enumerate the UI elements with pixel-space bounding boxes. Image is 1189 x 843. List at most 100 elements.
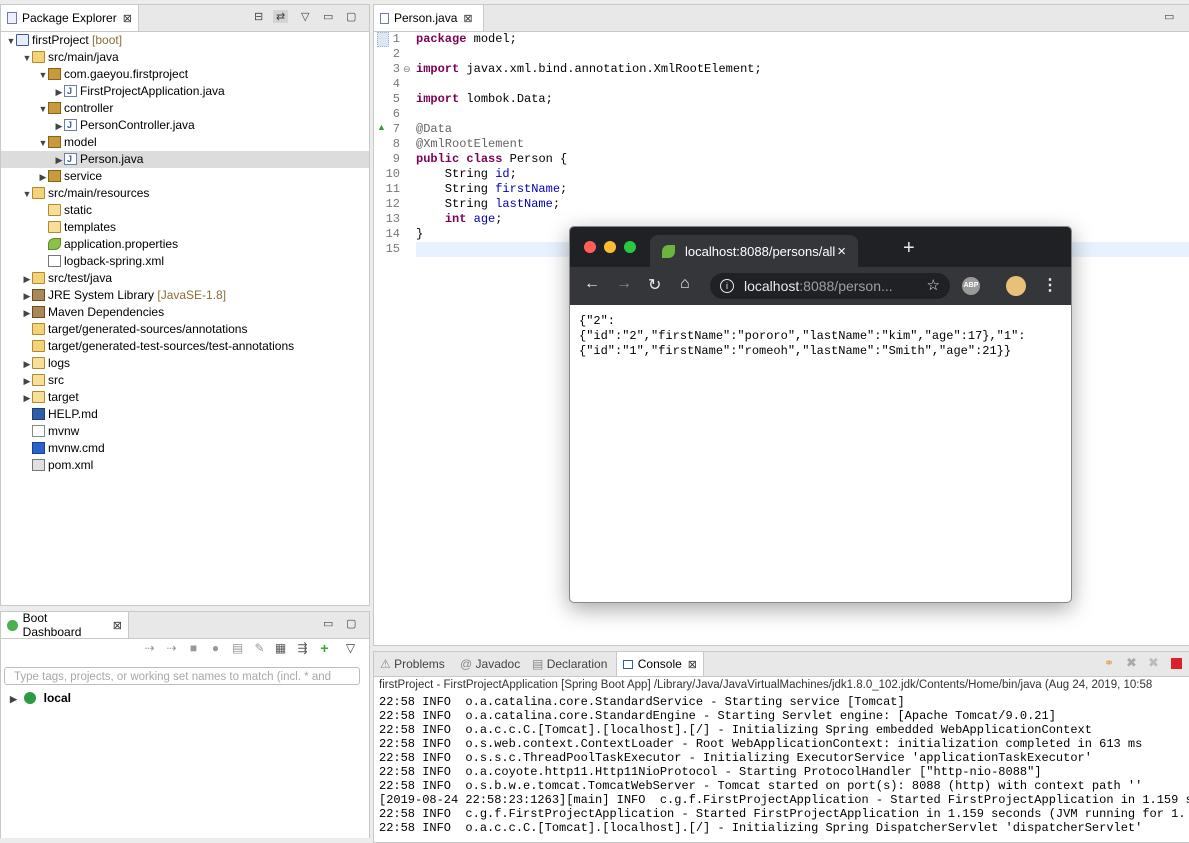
tab-package-explorer[interactable]: Package Explorer ⊠	[1, 5, 139, 31]
minimize-icon[interactable]: ▭	[323, 617, 333, 630]
open-browser-icon[interactable]: ●	[209, 642, 222, 655]
new-tab-icon[interactable]: +	[903, 237, 915, 260]
tree-item[interactable]: ▼ controller	[1, 100, 114, 118]
tree-item[interactable]: ▶ service	[1, 168, 102, 185]
tree-item[interactable]: ▶ JRE System Library [JavaSE-1.8]	[1, 287, 227, 305]
tab-boot-dashboard[interactable]: Boot Dashboard ⊠	[1, 612, 129, 639]
tab-problems[interactable]: ⚠ Problems	[380, 657, 445, 671]
tree-item[interactable]: application.properties	[1, 236, 178, 253]
close-window-button[interactable]	[584, 241, 596, 253]
tree-item[interactable]: target/generated-sources/annotations	[1, 321, 247, 338]
local-target-row[interactable]: ▶ local	[10, 690, 71, 707]
zoom-window-button[interactable]	[624, 241, 636, 253]
fold-icon[interactable]: ⊖	[403, 62, 411, 77]
close-icon[interactable]: ⊠	[463, 12, 472, 25]
tree-item[interactable]: ▼ src/main/java	[1, 49, 119, 66]
tree-item[interactable]: ▶ target	[1, 389, 79, 406]
minimize-icon[interactable]: ▭	[323, 10, 333, 23]
expanded-arrow-icon[interactable]: ▼	[22, 50, 32, 67]
tab-javadoc[interactable]: @ Javadoc	[460, 657, 520, 671]
collapsed-arrow-icon[interactable]: ▶	[22, 288, 32, 305]
forward-icon[interactable]: →	[616, 275, 632, 293]
expanded-arrow-icon[interactable]: ▼	[22, 186, 32, 203]
stop-icon[interactable]: ■	[187, 642, 200, 655]
debug-icon[interactable]: ⇢	[165, 642, 178, 655]
tree-item[interactable]: ▶ FirstProjectApplication.java	[1, 83, 225, 100]
tree-item[interactable]: ▼ com.gaeyou.firstproject	[1, 66, 189, 84]
tree-item[interactable]: mvnw.cmd	[1, 440, 105, 457]
tab-console[interactable]: Console ⊠	[616, 652, 704, 676]
expand-arrow-icon[interactable]: ▶	[10, 694, 17, 704]
view-menu-icon[interactable]: ▽	[344, 642, 357, 655]
add-icon[interactable]: +	[318, 641, 331, 655]
tab-person-java[interactable]: Person.java ⊠	[374, 5, 484, 31]
view-menu-icon[interactable]: ▽	[301, 10, 309, 23]
bookmark-star-icon[interactable]: ☆	[927, 276, 940, 294]
console-output[interactable]: 22:58 INFO o.a.catalina.core.StandardSer…	[374, 695, 1189, 842]
maximize-icon[interactable]: ▢	[346, 10, 356, 23]
properties-icon[interactable]: ▦	[274, 642, 287, 655]
collapsed-arrow-icon[interactable]: ▶	[22, 356, 32, 373]
adblock-icon[interactable]: ABP	[962, 277, 980, 295]
collapsed-arrow-icon[interactable]: ▶	[54, 84, 64, 101]
minimize-icon[interactable]: ▭	[1164, 10, 1174, 23]
expanded-arrow-icon[interactable]: ▼	[38, 101, 48, 118]
collapsed-arrow-icon[interactable]: ▶	[54, 118, 64, 135]
disconnect-icon[interactable]: ⚭	[1104, 656, 1114, 670]
close-icon[interactable]: ⊠	[123, 12, 132, 25]
tree-item[interactable]: static	[1, 202, 92, 219]
expanded-arrow-icon[interactable]: ▼	[38, 67, 48, 84]
close-tab-icon[interactable]: ×	[837, 243, 846, 260]
tree-item[interactable]: ▼ firstProject [boot]	[1, 32, 123, 50]
tree-item[interactable]: ▶ Person.java	[1, 151, 369, 168]
tab-declaration[interactable]: ▤ Declaration	[532, 657, 607, 671]
tree-item[interactable]: ▶ src	[1, 372, 64, 389]
terminate-icon[interactable]: ✖	[1126, 655, 1137, 671]
collapsed-arrow-icon[interactable]: ▶	[22, 305, 32, 322]
tree-item[interactable]: HELP.md	[1, 406, 98, 423]
tree-item[interactable]: logback-spring.xml	[1, 253, 164, 270]
tree-item[interactable]: ▶ src/test/java	[1, 270, 113, 288]
tree-item-label: templates	[64, 220, 117, 234]
avatar[interactable]	[1006, 276, 1026, 296]
collapsed-arrow-icon[interactable]: ▶	[38, 169, 48, 186]
home-icon[interactable]: ⌂	[680, 275, 690, 293]
tree-item-label: Maven Dependencies	[48, 305, 165, 319]
menu-icon[interactable]: ⋮	[1042, 275, 1058, 295]
tree-item[interactable]: ▶ PersonController.java	[1, 117, 195, 134]
tree-item[interactable]: ▼ src/main/resources	[1, 185, 150, 203]
tree-item[interactable]: mvnw	[1, 423, 79, 440]
minimize-window-button[interactable]	[604, 241, 616, 253]
console-icon[interactable]: ▤	[231, 642, 244, 655]
collapsed-arrow-icon[interactable]: ▶	[22, 390, 32, 407]
edit-icon[interactable]: ✎	[253, 642, 266, 655]
collapse-all-icon[interactable]: ⊟	[254, 10, 263, 23]
tree-item-label: static	[64, 203, 93, 217]
link-with-editor-icon[interactable]: ⇄	[273, 10, 289, 23]
tree-item-label: target/generated-test-sources/test-annot…	[48, 339, 295, 353]
tree-item[interactable]: ▶ logs	[1, 355, 70, 372]
deploy-icon[interactable]: ⇶	[296, 642, 309, 655]
tree-item[interactable]: pom.xml	[1, 457, 93, 474]
address-bar[interactable]: i localhost:8088/person... ☆	[710, 273, 950, 299]
browser-tab[interactable]: localhost:8088/persons/all ×	[650, 235, 858, 267]
expanded-arrow-icon[interactable]: ▼	[38, 135, 48, 152]
tree-item[interactable]: templates	[1, 219, 116, 236]
collapsed-arrow-icon[interactable]: ▶	[22, 373, 32, 390]
close-icon[interactable]: ⊠	[688, 658, 697, 671]
stop-icon[interactable]	[1171, 658, 1182, 669]
remove-all-terminated-icon[interactable]: ✖	[1148, 655, 1159, 671]
tree-item[interactable]: target/generated-test-sources/test-annot…	[1, 338, 294, 355]
reload-icon[interactable]: ↻	[648, 275, 661, 295]
expanded-arrow-icon[interactable]: ▼	[6, 33, 16, 50]
start-icon[interactable]: ⇢	[143, 642, 156, 655]
tree-item[interactable]: ▶ Maven Dependencies	[1, 304, 165, 322]
close-icon[interactable]: ⊠	[113, 619, 122, 632]
collapsed-arrow-icon[interactable]: ▶	[54, 152, 64, 169]
collapsed-arrow-icon[interactable]: ▶	[22, 271, 32, 288]
tab-declaration-label: Declaration	[546, 657, 608, 671]
tree-item[interactable]: ▼ model	[1, 134, 97, 151]
maximize-icon[interactable]: ▢	[346, 617, 356, 630]
back-icon[interactable]: ←	[584, 275, 600, 293]
filter-input[interactable]: Type tags, projects, or working set name…	[4, 667, 360, 685]
